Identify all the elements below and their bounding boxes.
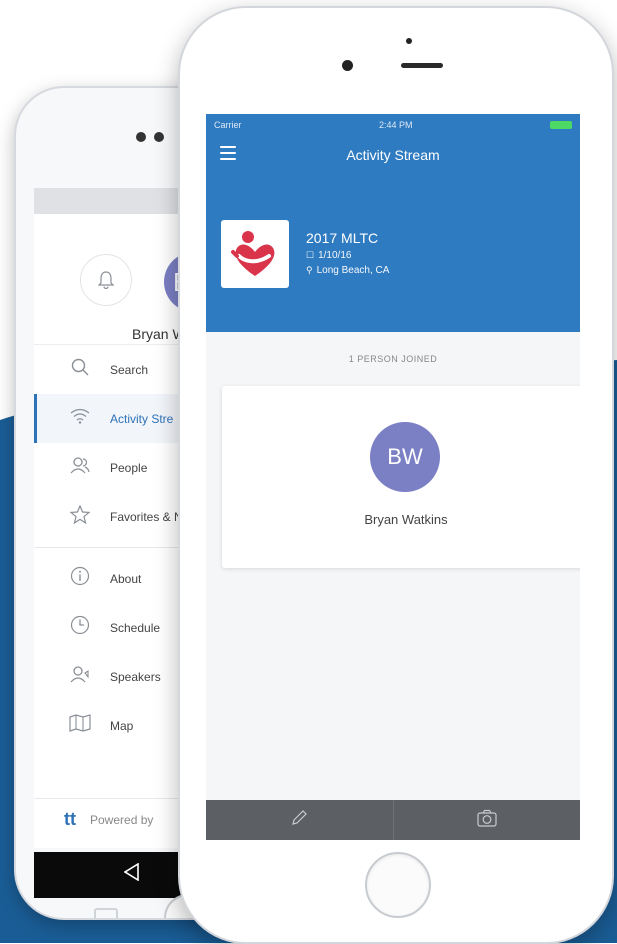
battery-icon [549,121,572,129]
event-logo [221,220,289,288]
avatar[interactable]: BW [370,422,440,492]
carrier-label: Carrier [214,120,242,130]
event-date: 1/10/16 [318,250,352,261]
sidebar-item-label: Activity Stre [110,411,174,426]
event-location: Long Beach, CA [316,265,390,276]
member-name: Bryan Watkins [364,512,448,527]
clock-icon [62,615,98,640]
back-triangle-icon[interactable] [123,862,140,887]
page-title: Activity Stream [346,147,440,163]
event-info: 2017 MLTC ☐ 1/10/16 ⚲ Long Beach, CA [306,230,389,276]
activity-stream-screen: Carrier 2:44 PM Activity Stream 2017 MLT… [206,114,580,840]
nav-bar: Activity Stream [206,136,580,174]
member-card[interactable]: BW Bryan Watkins [222,386,580,568]
star-icon [62,503,98,529]
event-date-row: ☐ 1/10/16 [306,250,389,261]
event-header: Activity Stream 2017 MLTC ☐ 1/10/16 ⚲ Long… [206,136,580,332]
sidebar-item-label: People [110,460,148,475]
brand-logo: tt [64,809,76,829]
earpiece-speaker [401,63,443,68]
pencil-icon [290,809,308,832]
notification-bell-icon[interactable] [80,254,132,306]
sidebar-item-label: About [110,571,142,586]
wifi-icon [62,408,98,429]
calendar-icon: ☐ [306,250,315,260]
sidebar-item-label: Favorites & N [110,509,183,524]
recent-apps-icon[interactable] [94,908,118,918]
home-button[interactable] [365,852,431,918]
camera-tab[interactable] [392,800,581,840]
front-camera [342,60,353,71]
sidebar-item-label: Map [110,718,134,733]
sidebar-item-label: Speakers [110,669,161,684]
sidebar-item-label: Schedule [110,620,161,635]
status-time: 2:44 PM [378,120,413,130]
camera-icon [477,809,497,832]
hamburger-menu-icon[interactable] [220,146,236,160]
joined-count-label: 1 PERSON JOINED [348,354,438,364]
compose-tab[interactable] [206,800,393,840]
bottom-toolbar [206,800,580,840]
map-icon [62,714,98,737]
location-pin-icon: ⚲ [306,265,313,275]
people-icon [62,456,98,479]
powered-by-label: Powered by [90,812,154,827]
search-icon [62,358,98,381]
iphone: Carrier 2:44 PM Activity Stream 2017 MLT… [178,6,614,944]
status-bar: Carrier 2:44 PM [206,114,580,136]
event-title: 2017 MLTC [306,230,379,246]
event-location-row: ⚲ Long Beach, CA [306,265,389,276]
proximity-sensor [406,38,412,44]
speaker-icon [62,665,98,688]
sidebar-item-label: Search [110,362,149,377]
info-icon [62,566,98,591]
